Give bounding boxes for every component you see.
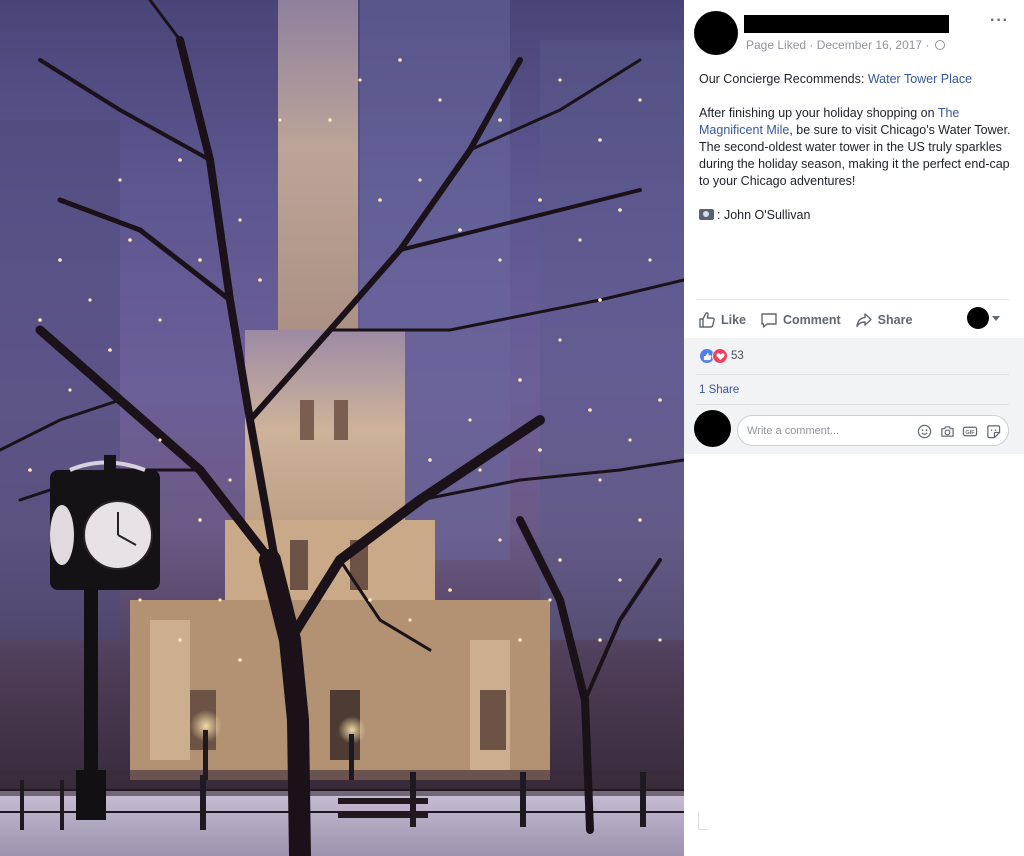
love-reaction-icon [712, 348, 728, 364]
post-photo[interactable] [0, 0, 684, 856]
gif-icon[interactable]: GIF [962, 423, 978, 439]
like-button[interactable]: Like [698, 311, 746, 329]
camera-icon[interactable] [939, 423, 955, 439]
divider [696, 404, 1009, 405]
post-details-panel: Page Liked · December 16, 2017 · ··· Our… [684, 0, 1024, 856]
share-label: Share [877, 313, 913, 327]
share-arrow-icon [855, 313, 872, 328]
photo-credit: : John O'Sullivan [699, 207, 1017, 224]
comment-bubble-icon [761, 313, 777, 328]
emoji-icon[interactable] [916, 423, 932, 439]
post-paragraph-2: After finishing up your holiday shopping… [699, 105, 1017, 190]
post-meta-text: Page Liked · December 16, 2017 · [746, 38, 930, 52]
divider [696, 374, 1009, 375]
chevron-down-icon[interactable] [992, 316, 1000, 321]
page-name-redacted[interactable] [744, 15, 949, 33]
water-tower-illustration [0, 0, 684, 856]
comment-box[interactable]: GIF [737, 415, 1009, 446]
post-viewer: Page Liked · December 16, 2017 · ··· Our… [0, 0, 1024, 856]
reaction-summary[interactable]: 53 [699, 348, 744, 364]
photo-credit-text: : John O'Sullivan [717, 208, 811, 222]
globe-icon[interactable] [934, 40, 945, 50]
svg-text:GIF: GIF [965, 429, 975, 435]
post-paragraph-1: Our Concierge Recommends: Water Tower Pl… [699, 71, 1017, 88]
reaction-count[interactable]: 53 [731, 350, 744, 362]
share-count-link[interactable]: 1 Share [699, 384, 739, 396]
water-tower-place-link[interactable]: Water Tower Place [868, 72, 972, 86]
photo-credit-camera-icon [699, 209, 714, 220]
post-line1-prefix: Our Concierge Recommends: [699, 72, 868, 86]
divider [696, 299, 1009, 300]
heart-icon [715, 352, 725, 360]
post-para2-a: After finishing up your holiday shopping… [699, 106, 938, 120]
acting-as-avatar[interactable] [967, 307, 989, 329]
comment-tools: GIF [909, 423, 1001, 439]
post-body: Our Concierge Recommends: Water Tower Pl… [699, 71, 1017, 241]
like-label: Like [721, 313, 747, 327]
comment-label: Comment [783, 313, 841, 327]
post-actions: Like Comment Share [698, 310, 926, 330]
sticker-icon[interactable] [985, 423, 1001, 439]
thumb-up-icon [699, 312, 715, 328]
more-options-button[interactable]: ··· [990, 13, 1009, 29]
thumb-up-icon [703, 352, 711, 360]
page-avatar[interactable] [694, 11, 738, 55]
commenter-avatar [694, 410, 731, 447]
comment-button[interactable]: Comment [760, 311, 841, 329]
comment-input[interactable] [747, 416, 917, 445]
post-meta: Page Liked · December 16, 2017 · [746, 38, 945, 52]
panel-resize-corner [698, 812, 708, 830]
share-button[interactable]: Share [855, 311, 913, 329]
